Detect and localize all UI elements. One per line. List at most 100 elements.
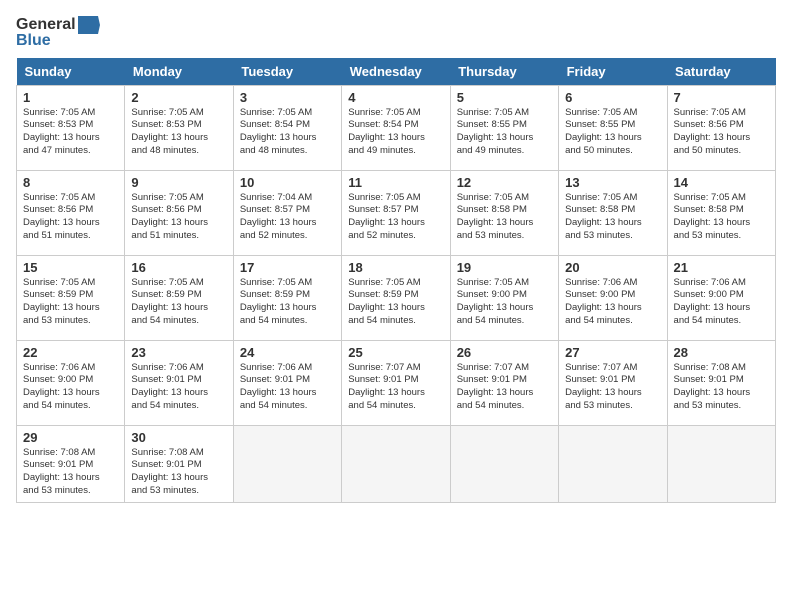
- day-info: Sunrise: 7:05 AMSunset: 8:59 PMDaylight:…: [240, 277, 335, 328]
- day-info: Sunrise: 7:05 AMSunset: 8:58 PMDaylight:…: [457, 192, 552, 243]
- day-number: 12: [457, 175, 552, 190]
- calendar-cell: 20Sunrise: 7:06 AMSunset: 9:00 PMDayligh…: [559, 255, 667, 340]
- day-number: 22: [23, 345, 118, 360]
- day-info: Sunrise: 7:05 AMSunset: 8:53 PMDaylight:…: [23, 107, 118, 158]
- calendar-cell: 24 Sunrise: 7:06 AMSunset: 9:01 PMDayligh…: [233, 340, 341, 425]
- day-info: Sunrise: 7:06 AMSunset: 9:00 PMDaylight:…: [23, 362, 118, 413]
- day-info: Sunrise: 7:08 AMSunset: 9:01 PMDaylight:…: [23, 447, 118, 498]
- day-number: 14: [674, 175, 769, 190]
- week-row-2: 8 Sunrise: 7:05 AMSunset: 8:56 PMDaylight…: [17, 170, 776, 255]
- calendar-cell: [667, 425, 775, 502]
- week-row-5: 29 Sunrise: 7:08 AMSunset: 9:01 PMDayligh…: [17, 425, 776, 502]
- calendar-cell: [342, 425, 450, 502]
- day-info: Sunrise: 7:05 AMSunset: 8:53 PMDaylight:…: [131, 107, 226, 158]
- day-number: 5: [457, 90, 552, 105]
- day-info: Sunrise: 7:07 AMSunset: 9:01 PMDaylight:…: [348, 362, 443, 413]
- calendar-cell: [450, 425, 558, 502]
- calendar-cell: 9 Sunrise: 7:05 AMSunset: 8:56 PMDaylight…: [125, 170, 233, 255]
- day-info: Sunrise: 7:08 AMSunset: 9:01 PMDaylight:…: [674, 362, 769, 413]
- day-info: Sunrise: 7:05 AMSunset: 8:59 PMDaylight:…: [131, 277, 226, 328]
- day-info: Sunrise: 7:05 AMSunset: 8:58 PMDaylight:…: [565, 192, 660, 243]
- calendar-cell: 28 Sunrise: 7:08 AMSunset: 9:01 PMDayligh…: [667, 340, 775, 425]
- calendar-cell: 1Sunrise: 7:05 AMSunset: 8:53 PMDaylight…: [17, 85, 125, 170]
- day-header-thursday: Thursday: [450, 58, 558, 86]
- day-number: 20: [565, 260, 660, 275]
- calendar-cell: 22 Sunrise: 7:06 AMSunset: 9:00 PMDayligh…: [17, 340, 125, 425]
- day-number: 23: [131, 345, 226, 360]
- day-number: 4: [348, 90, 443, 105]
- calendar-cell: 5 Sunrise: 7:05 AMSunset: 8:55 PMDaylight…: [450, 85, 558, 170]
- calendar-cell: 12 Sunrise: 7:05 AMSunset: 8:58 PMDayligh…: [450, 170, 558, 255]
- day-number: 15: [23, 260, 118, 275]
- day-info: Sunrise: 7:05 AMSunset: 8:56 PMDaylight:…: [131, 192, 226, 243]
- day-info: Sunrise: 7:05 AMSunset: 8:59 PMDaylight:…: [23, 277, 118, 328]
- day-number: 3: [240, 90, 335, 105]
- day-info: Sunrise: 7:06 AMSunset: 9:01 PMDaylight:…: [131, 362, 226, 413]
- day-number: 28: [674, 345, 769, 360]
- calendar-cell: 8 Sunrise: 7:05 AMSunset: 8:56 PMDaylight…: [17, 170, 125, 255]
- calendar-cell: 23 Sunrise: 7:06 AMSunset: 9:01 PMDayligh…: [125, 340, 233, 425]
- logo-container: General Blue: [16, 16, 100, 50]
- calendar-cell: 30 Sunrise: 7:08 AMSunset: 9:01 PMDayligh…: [125, 425, 233, 502]
- day-number: 18: [348, 260, 443, 275]
- calendar-cell: 16 Sunrise: 7:05 AMSunset: 8:59 PMDayligh…: [125, 255, 233, 340]
- day-header-friday: Friday: [559, 58, 667, 86]
- day-info: Sunrise: 7:05 AMSunset: 8:56 PMDaylight:…: [23, 192, 118, 243]
- calendar-cell: 2 Sunrise: 7:05 AMSunset: 8:53 PMDaylight…: [125, 85, 233, 170]
- calendar-cell: 13 Sunrise: 7:05 AMSunset: 8:58 PMDayligh…: [559, 170, 667, 255]
- calendar-cell: 26 Sunrise: 7:07 AMSunset: 9:01 PMDayligh…: [450, 340, 558, 425]
- days-header-row: SundayMondayTuesdayWednesdayThursdayFrid…: [17, 58, 776, 86]
- day-info: Sunrise: 7:05 AMSunset: 8:57 PMDaylight:…: [348, 192, 443, 243]
- day-number: 11: [348, 175, 443, 190]
- day-info: Sunrise: 7:05 AMSunset: 8:54 PMDaylight:…: [240, 107, 335, 158]
- day-number: 27: [565, 345, 660, 360]
- calendar-table: SundayMondayTuesdayWednesdayThursdayFrid…: [16, 58, 776, 503]
- day-number: 2: [131, 90, 226, 105]
- day-info: Sunrise: 7:05 AMSunset: 8:58 PMDaylight:…: [674, 192, 769, 243]
- logo: General Blue: [16, 16, 100, 50]
- day-header-sunday: Sunday: [17, 58, 125, 86]
- day-number: 7: [674, 90, 769, 105]
- calendar-cell: 10Sunrise: 7:04 AMSunset: 8:57 PMDayligh…: [233, 170, 341, 255]
- day-info: Sunrise: 7:05 AMSunset: 8:59 PMDaylight:…: [348, 277, 443, 328]
- day-number: 25: [348, 345, 443, 360]
- day-header-saturday: Saturday: [667, 58, 775, 86]
- day-number: 10: [240, 175, 335, 190]
- calendar-cell: 29 Sunrise: 7:08 AMSunset: 9:01 PMDayligh…: [17, 425, 125, 502]
- day-number: 24: [240, 345, 335, 360]
- day-info: Sunrise: 7:07 AMSunset: 9:01 PMDaylight:…: [565, 362, 660, 413]
- page-header: General Blue: [16, 16, 776, 50]
- day-number: 21: [674, 260, 769, 275]
- calendar-cell: [233, 425, 341, 502]
- day-info: Sunrise: 7:07 AMSunset: 9:01 PMDaylight:…: [457, 362, 552, 413]
- calendar-cell: 19 Sunrise: 7:05 AMSunset: 9:00 PMDayligh…: [450, 255, 558, 340]
- week-row-3: 15 Sunrise: 7:05 AMSunset: 8:59 PMDayligh…: [17, 255, 776, 340]
- day-number: 13: [565, 175, 660, 190]
- day-number: 9: [131, 175, 226, 190]
- day-info: Sunrise: 7:06 AMSunset: 9:01 PMDaylight:…: [240, 362, 335, 413]
- day-info: Sunrise: 7:05 AMSunset: 8:55 PMDaylight:…: [457, 107, 552, 158]
- day-number: 17: [240, 260, 335, 275]
- day-header-tuesday: Tuesday: [233, 58, 341, 86]
- calendar-cell: 27 Sunrise: 7:07 AMSunset: 9:01 PMDayligh…: [559, 340, 667, 425]
- calendar-cell: 17 Sunrise: 7:05 AMSunset: 8:59 PMDayligh…: [233, 255, 341, 340]
- week-row-1: 1Sunrise: 7:05 AMSunset: 8:53 PMDaylight…: [17, 85, 776, 170]
- calendar-cell: 6 Sunrise: 7:05 AMSunset: 8:55 PMDaylight…: [559, 85, 667, 170]
- day-number: 6: [565, 90, 660, 105]
- day-info: Sunrise: 7:08 AMSunset: 9:01 PMDaylight:…: [131, 447, 226, 498]
- day-info: Sunrise: 7:06 AMSunset: 9:00 PMDaylight:…: [674, 277, 769, 328]
- calendar-cell: [559, 425, 667, 502]
- day-number: 30: [131, 430, 226, 445]
- day-number: 16: [131, 260, 226, 275]
- day-number: 26: [457, 345, 552, 360]
- calendar-cell: 4 Sunrise: 7:05 AMSunset: 8:54 PMDaylight…: [342, 85, 450, 170]
- day-info: Sunrise: 7:05 AMSunset: 8:55 PMDaylight:…: [565, 107, 660, 158]
- calendar-cell: 14 Sunrise: 7:05 AMSunset: 8:58 PMDayligh…: [667, 170, 775, 255]
- day-number: 29: [23, 430, 118, 445]
- day-info: Sunrise: 7:05 AMSunset: 9:00 PMDaylight:…: [457, 277, 552, 328]
- logo-blue: Blue: [16, 32, 100, 50]
- day-info: Sunrise: 7:05 AMSunset: 8:54 PMDaylight:…: [348, 107, 443, 158]
- day-number: 19: [457, 260, 552, 275]
- calendar-cell: 18 Sunrise: 7:05 AMSunset: 8:59 PMDayligh…: [342, 255, 450, 340]
- day-number: 8: [23, 175, 118, 190]
